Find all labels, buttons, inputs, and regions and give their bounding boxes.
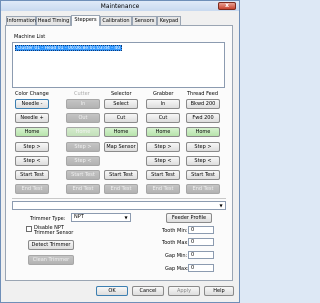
trimmer-type-label: Trimmer Type:	[30, 216, 66, 222]
divider	[12, 198, 226, 199]
color-change-start-test-button[interactable]: Start Test	[15, 170, 49, 180]
grabber-end-test-button: End Test	[146, 184, 180, 194]
selector-cut-button[interactable]: Cut	[104, 113, 138, 123]
grabber-home-button[interactable]: Home	[146, 127, 180, 137]
gap-max-label: Gap Max:	[165, 266, 189, 272]
chevron-down-icon[interactable]: ▼	[218, 202, 224, 209]
tooth-max-label: Tooth Max:	[162, 240, 190, 246]
thread-feed-start-test-button[interactable]: Start Test	[186, 170, 220, 180]
grabber-label: Grabber	[153, 91, 174, 97]
thread-feed-fwd-button[interactable]: Fwd 200	[186, 113, 220, 123]
tab-calibration[interactable]: Calibration	[100, 16, 132, 25]
machine-list-label: Machine List	[14, 34, 46, 40]
grabber-start-test-button[interactable]: Start Test	[146, 170, 180, 180]
clean-trimmer-button: Clean Trimmer	[28, 255, 74, 265]
grabber-cut-button[interactable]: Cut	[146, 113, 180, 123]
machine-list-item[interactable]: Cluster 01 - Head 01 - 00:06:8e:01:03:d4…	[15, 45, 122, 51]
cutter-label: Cutter	[74, 91, 90, 97]
grabber-in-button[interactable]: In	[146, 99, 180, 109]
color-change-home-button[interactable]: Home	[15, 127, 49, 137]
machine-list[interactable]: Cluster 01 - Head 01 - 00:06:8e:01:03:d4…	[12, 42, 225, 88]
tab-sensors[interactable]: Sensors	[132, 16, 157, 25]
tab-keypad[interactable]: Keypad	[157, 16, 181, 25]
close-button[interactable]: x	[218, 2, 236, 10]
tab-steppers[interactable]: Steppers	[71, 15, 100, 26]
color-change-end-test-button: End Test	[15, 184, 49, 194]
gap-max-field[interactable]: 0	[188, 264, 214, 272]
thread-feed-step-forward-button[interactable]: Step >	[186, 142, 220, 152]
color-change-step-back-button[interactable]: Step <	[15, 156, 49, 166]
trimmer-type-value: NPT	[74, 214, 84, 220]
color-change-needle-plus-button[interactable]: Needle +	[15, 113, 49, 123]
tooth-max-field[interactable]: 0	[188, 238, 214, 246]
selector-end-test-button: End Test	[104, 184, 138, 194]
gap-min-field[interactable]: 0	[188, 251, 214, 259]
cutter-step-back-button: Step <	[66, 156, 100, 166]
detect-trimmer-button[interactable]: Detect Trimmer	[28, 240, 74, 250]
disable-npt-sensor-label: Disable NPT Trimmer Sensor	[34, 225, 74, 236]
cutter-home-button: Home	[66, 127, 100, 137]
tab-head-timing[interactable]: Head Timing	[36, 16, 71, 25]
selector-home-button[interactable]: Home	[104, 127, 138, 137]
color-change-needle-minus-button[interactable]: Needle -	[15, 99, 49, 109]
cutter-start-test-button: Start Test	[66, 170, 100, 180]
selector-select-button[interactable]: Select	[104, 99, 138, 109]
tab-information[interactable]: Information	[6, 16, 36, 25]
chevron-down-icon[interactable]: ▼	[123, 214, 129, 221]
thread-feed-bkwd-button[interactable]: Bkwd 200	[186, 99, 220, 109]
tooth-min-field[interactable]: 0	[188, 226, 214, 234]
selector-start-test-button[interactable]: Start Test	[104, 170, 138, 180]
disable-npt-sensor-checkbox[interactable]	[26, 226, 32, 232]
thread-feed-end-test-button: End Test	[186, 184, 220, 194]
message-combo[interactable]: ▼	[12, 201, 226, 210]
thread-feed-step-back-button[interactable]: Step <	[186, 156, 220, 166]
selector-map-sensor-button[interactable]: Map Sensor	[104, 142, 138, 152]
grabber-step-back-button[interactable]: Step <	[146, 156, 180, 166]
cutter-out-button: Out	[66, 113, 100, 123]
tooth-min-label: Tooth Min:	[162, 228, 188, 234]
thread-feed-home-button[interactable]: Home	[186, 127, 220, 137]
color-change-label: Color Change	[15, 91, 49, 97]
cutter-step-forward-button: Step >	[66, 142, 100, 152]
color-change-step-forward-button[interactable]: Step >	[15, 142, 49, 152]
grabber-step-forward-button[interactable]: Step >	[146, 142, 180, 152]
thread-feed-label: Thread Feed	[187, 91, 219, 97]
feeder-profile-button[interactable]: Feeder Profile	[166, 213, 212, 223]
cutter-in-button: In	[66, 99, 100, 109]
window-title: Maintenance	[100, 3, 140, 10]
trimmer-type-select[interactable]: NPT ▼	[71, 213, 131, 222]
gap-min-label: Gap Min:	[165, 253, 188, 259]
selector-label: Selector	[111, 91, 132, 97]
title-bar: Maintenance x	[1, 1, 239, 11]
help-button[interactable]: Help	[204, 286, 234, 296]
ok-button[interactable]: OK	[96, 286, 128, 296]
cutter-end-test-button: End Test	[66, 184, 100, 194]
apply-button[interactable]: Apply	[168, 286, 200, 296]
cancel-button[interactable]: Cancel	[132, 286, 164, 296]
